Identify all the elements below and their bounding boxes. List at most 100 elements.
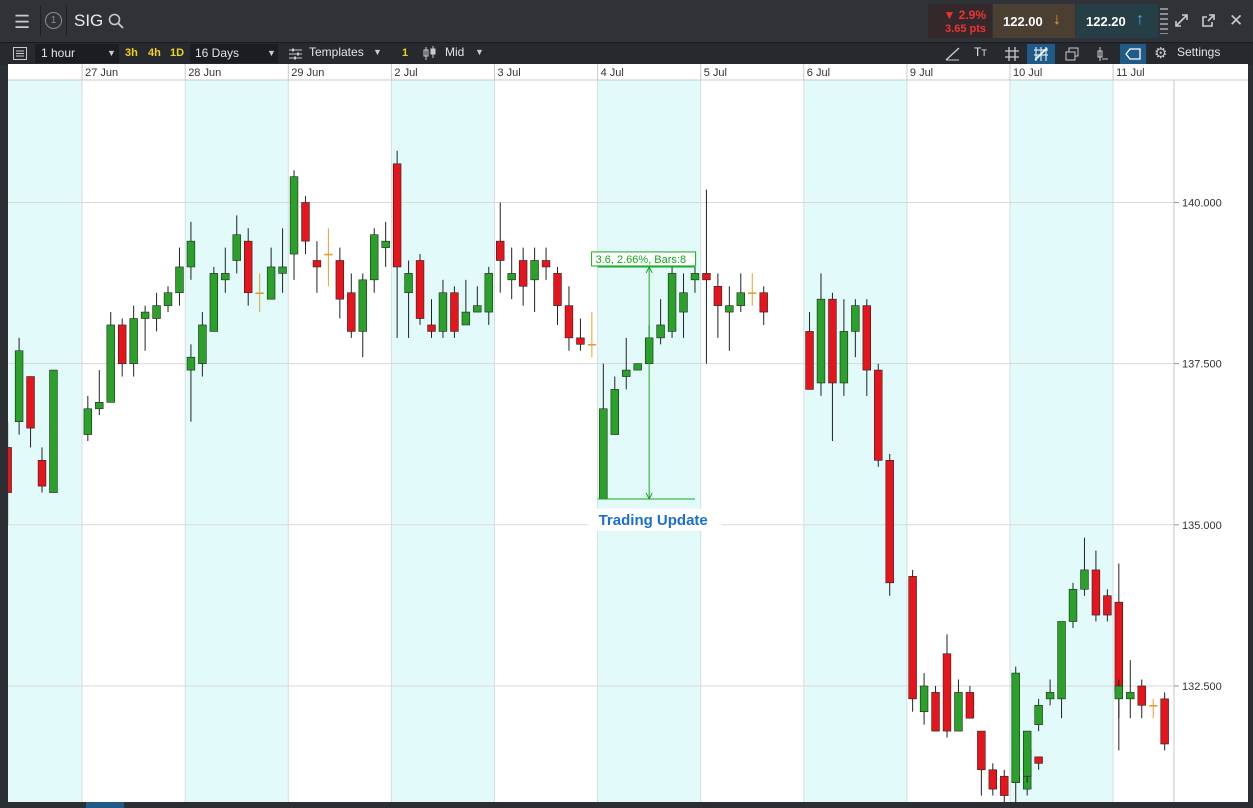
candle-body — [26, 376, 35, 429]
arrow-down-icon: ↓ — [1053, 11, 1061, 28]
candle — [988, 763, 998, 796]
candle-body — [977, 730, 986, 771]
list-icon[interactable] — [13, 47, 27, 60]
bottom-tab-active[interactable] — [86, 802, 124, 808]
text-tool-icon[interactable]: TT — [974, 45, 987, 59]
candle — [1160, 692, 1169, 751]
candle-body — [186, 240, 196, 268]
range-select[interactable]: 16 Days ▼ — [190, 44, 278, 63]
candle-body — [1034, 756, 1043, 764]
candle-body — [1114, 685, 1124, 700]
candle — [358, 273, 367, 358]
candle — [106, 312, 115, 403]
day-band — [185, 80, 289, 802]
candle-body — [106, 324, 115, 403]
candle — [702, 189, 711, 364]
candle-body — [49, 369, 58, 493]
candle-body — [633, 363, 642, 371]
collapse-icon[interactable] — [1174, 13, 1189, 28]
grid-icon[interactable] — [1005, 47, 1019, 61]
popout-icon[interactable] — [1201, 13, 1216, 28]
candlestick-icon[interactable] — [423, 46, 437, 61]
candle-body — [244, 240, 253, 294]
date-tick-label: 5 Jul — [704, 67, 727, 79]
indicator-icon[interactable] — [1095, 47, 1109, 61]
date-tick-label: 9 Jul — [910, 67, 933, 79]
candle-body — [931, 692, 940, 732]
candle-body — [198, 324, 207, 364]
candle-body — [816, 298, 826, 384]
date-tick-label: 27 Jun — [85, 67, 118, 79]
date-tick-label: 4 Jul — [601, 67, 624, 79]
templates-button[interactable]: Templates — [309, 45, 364, 59]
draw-line-icon[interactable] — [945, 47, 960, 61]
settings-icon[interactable]: ⚙ — [1154, 46, 1167, 61]
candle-body — [702, 273, 711, 281]
candle — [1022, 730, 1032, 783]
candle-body — [347, 292, 356, 332]
candle — [1137, 679, 1146, 719]
candle — [163, 286, 173, 313]
quick-interval-1d[interactable]: 1D — [170, 47, 184, 59]
candle-body — [1091, 569, 1101, 616]
settings-button[interactable]: Settings — [1177, 45, 1220, 59]
candle — [209, 266, 219, 332]
interval-label: 1 hour — [41, 46, 76, 60]
buy-button[interactable]: 122.20 ↑ — [1076, 4, 1158, 38]
date-tick-label: 11 Jul — [1116, 67, 1145, 79]
candle — [965, 685, 975, 719]
candle — [977, 730, 986, 796]
candle — [450, 286, 459, 338]
buy-price: 122.20 — [1086, 14, 1126, 29]
search-icon[interactable] — [108, 13, 124, 29]
candle-body — [1148, 705, 1158, 707]
candle — [518, 247, 528, 306]
candle — [1148, 698, 1158, 719]
price-type-select[interactable]: Mid — [445, 45, 464, 59]
candle — [885, 453, 894, 596]
candle — [175, 247, 184, 306]
candle-body — [324, 253, 333, 256]
candle — [301, 196, 310, 255]
chart-area[interactable]: 27 Jun 28 Jun 29 Jun 2 Jul 3 Jul 4 Jul 5 Jul 6 … — [0, 64, 1248, 808]
candle-body — [679, 292, 688, 313]
candle-body — [1068, 588, 1078, 622]
candle-body — [450, 292, 459, 332]
quick-interval-4h[interactable]: 4h — [148, 47, 161, 59]
close-icon[interactable]: ✕ — [1229, 12, 1243, 29]
candle — [874, 363, 883, 467]
crosshair-tool[interactable] — [1027, 44, 1055, 64]
candle-body — [484, 273, 493, 313]
candle-body — [278, 266, 287, 274]
candle-body — [507, 273, 516, 281]
price-chart[interactable]: 27 Jun 28 Jun 29 Jun 2 Jul 3 Jul 4 Jul 5 Jul 6 … — [0, 64, 1248, 808]
interval-select[interactable]: 1 hour ▼ — [35, 44, 119, 63]
candle-body — [576, 337, 585, 345]
candle-body — [1034, 705, 1043, 725]
drag-handle-icon[interactable] — [1160, 8, 1168, 34]
sell-price: 122.00 — [1003, 14, 1043, 29]
candle-body — [392, 163, 402, 268]
candle-body — [610, 389, 619, 435]
candle-body — [1045, 692, 1055, 700]
info-badge[interactable]: 1 — [45, 12, 62, 29]
layers-icon[interactable] — [1065, 47, 1079, 61]
sell-button[interactable]: 122.00 ↓ — [993, 4, 1075, 38]
templates-icon[interactable] — [289, 48, 302, 60]
candle — [942, 634, 952, 738]
date-tick-label: 3 Jul — [498, 67, 521, 79]
candle-body — [518, 260, 528, 287]
menu-icon[interactable]: ☰ — [14, 13, 30, 31]
tag-tool[interactable] — [1120, 44, 1146, 64]
candle-body — [564, 305, 574, 339]
candle — [117, 318, 127, 377]
candle-body — [530, 260, 539, 281]
quick-interval-3h[interactable]: 3h — [125, 47, 138, 59]
candle-body — [862, 305, 872, 371]
tag-icon — [1125, 48, 1141, 60]
candle — [95, 370, 104, 416]
candle — [347, 273, 356, 338]
candle-body — [95, 402, 104, 410]
candle-body — [1057, 621, 1066, 700]
candle — [564, 286, 574, 351]
